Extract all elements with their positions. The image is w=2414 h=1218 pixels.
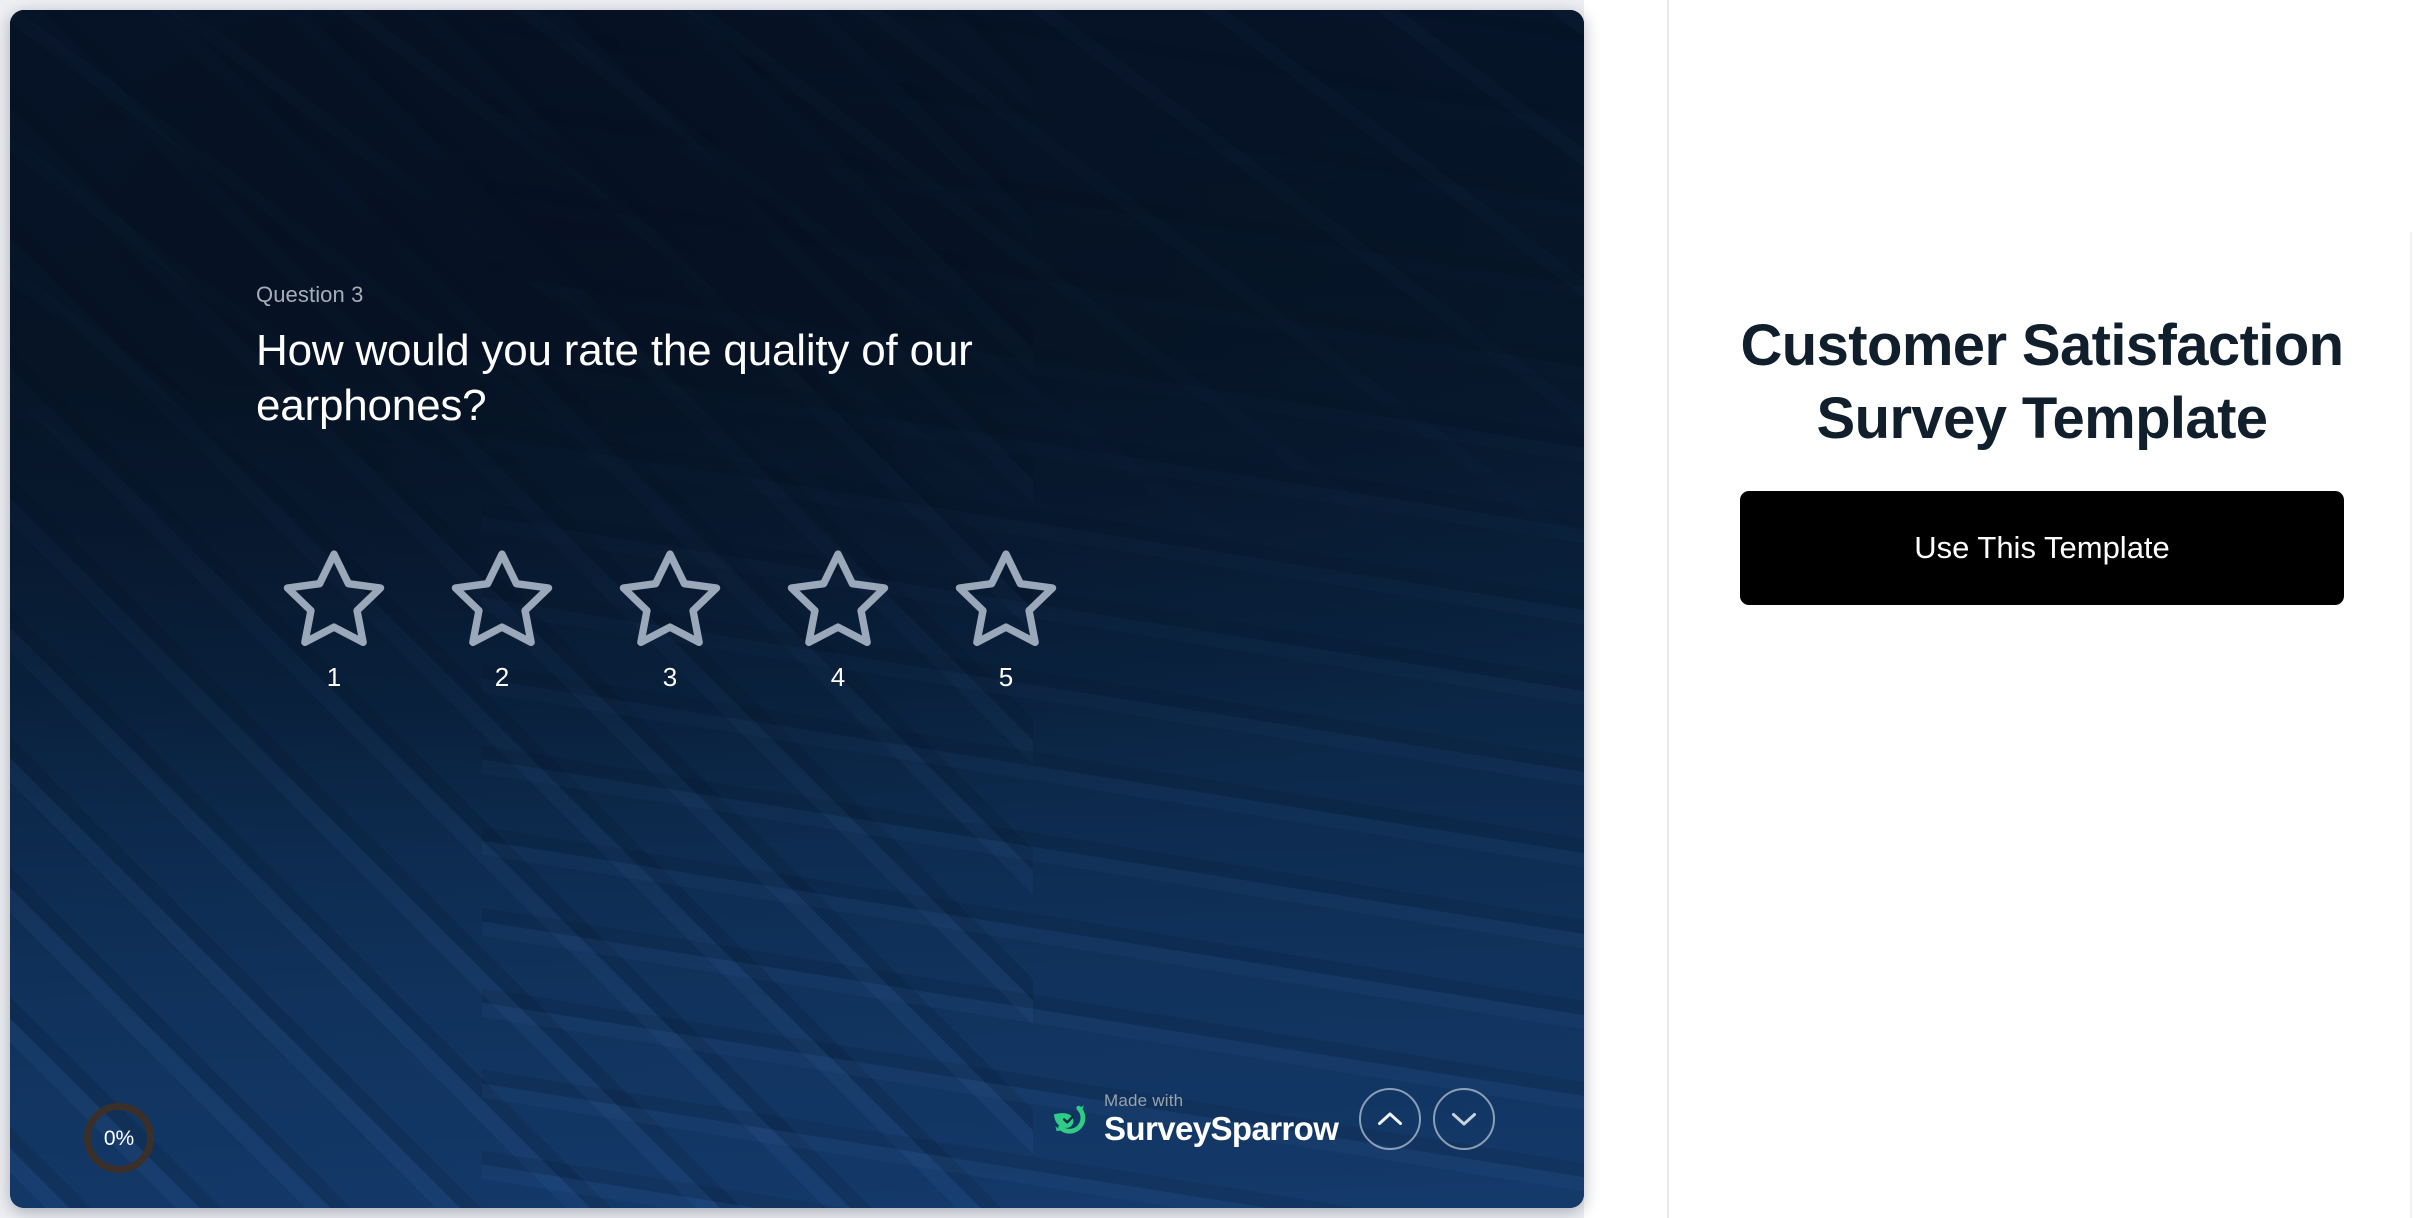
survey-navigation bbox=[1359, 1088, 1495, 1150]
star-rating-option-5[interactable]: 5 bbox=[922, 548, 1090, 690]
chevron-down-icon bbox=[1451, 1111, 1477, 1127]
star-rating-label: 3 bbox=[662, 662, 678, 692]
star-rating-label: 4 bbox=[830, 662, 846, 692]
star-rating-group[interactable]: 1 2 3 4 5 bbox=[250, 548, 1090, 690]
page-root: Question 3 How would you rate the qualit… bbox=[0, 0, 2414, 1218]
made-with-label: Made with bbox=[1104, 1091, 1184, 1110]
question-block: Question 3 How would you rate the qualit… bbox=[256, 282, 1256, 433]
star-rating-option-3[interactable]: 3 bbox=[586, 548, 754, 690]
star-icon[interactable] bbox=[449, 548, 555, 648]
progress-ring: 0% bbox=[84, 1103, 154, 1173]
template-info-panel: Customer Satisfaction Survey Template Us… bbox=[1670, 0, 2414, 1218]
question-number-label: Question 3 bbox=[256, 282, 364, 307]
chevron-up-icon bbox=[1377, 1111, 1403, 1127]
survey-preview-card: Question 3 How would you rate the qualit… bbox=[10, 10, 1584, 1208]
next-question-button[interactable] bbox=[1433, 1088, 1495, 1150]
star-icon[interactable] bbox=[617, 548, 723, 648]
star-rating-option-1[interactable]: 1 bbox=[250, 548, 418, 690]
star-rating-label: 2 bbox=[494, 662, 510, 692]
star-icon[interactable] bbox=[281, 548, 387, 648]
star-rating-label: 5 bbox=[998, 662, 1014, 692]
previous-question-button[interactable] bbox=[1359, 1088, 1421, 1150]
question-text: How would you rate the quality of our ea… bbox=[256, 326, 973, 430]
star-rating-option-4[interactable]: 4 bbox=[754, 548, 922, 690]
use-this-template-button[interactable]: Use This Template bbox=[1740, 491, 2344, 605]
star-icon[interactable] bbox=[953, 548, 1059, 648]
star-rating-option-2[interactable]: 2 bbox=[418, 548, 586, 690]
star-rating-label: 1 bbox=[326, 662, 342, 692]
template-title: Customer Satisfaction Survey Template bbox=[1740, 313, 2345, 451]
surveysparrow-bird-icon bbox=[1048, 1097, 1092, 1141]
product-name-label: SurveySparrow bbox=[1104, 1110, 1339, 1147]
panel-right-edge bbox=[2410, 232, 2412, 1218]
progress-percent-label: 0% bbox=[103, 1126, 135, 1150]
panel-divider bbox=[1667, 0, 1669, 1218]
surveysparrow-branding[interactable]: Made with SurveySparrow bbox=[1048, 1091, 1339, 1147]
star-icon[interactable] bbox=[785, 548, 891, 648]
brand-copy: Made with SurveySparrow bbox=[1104, 1091, 1339, 1147]
